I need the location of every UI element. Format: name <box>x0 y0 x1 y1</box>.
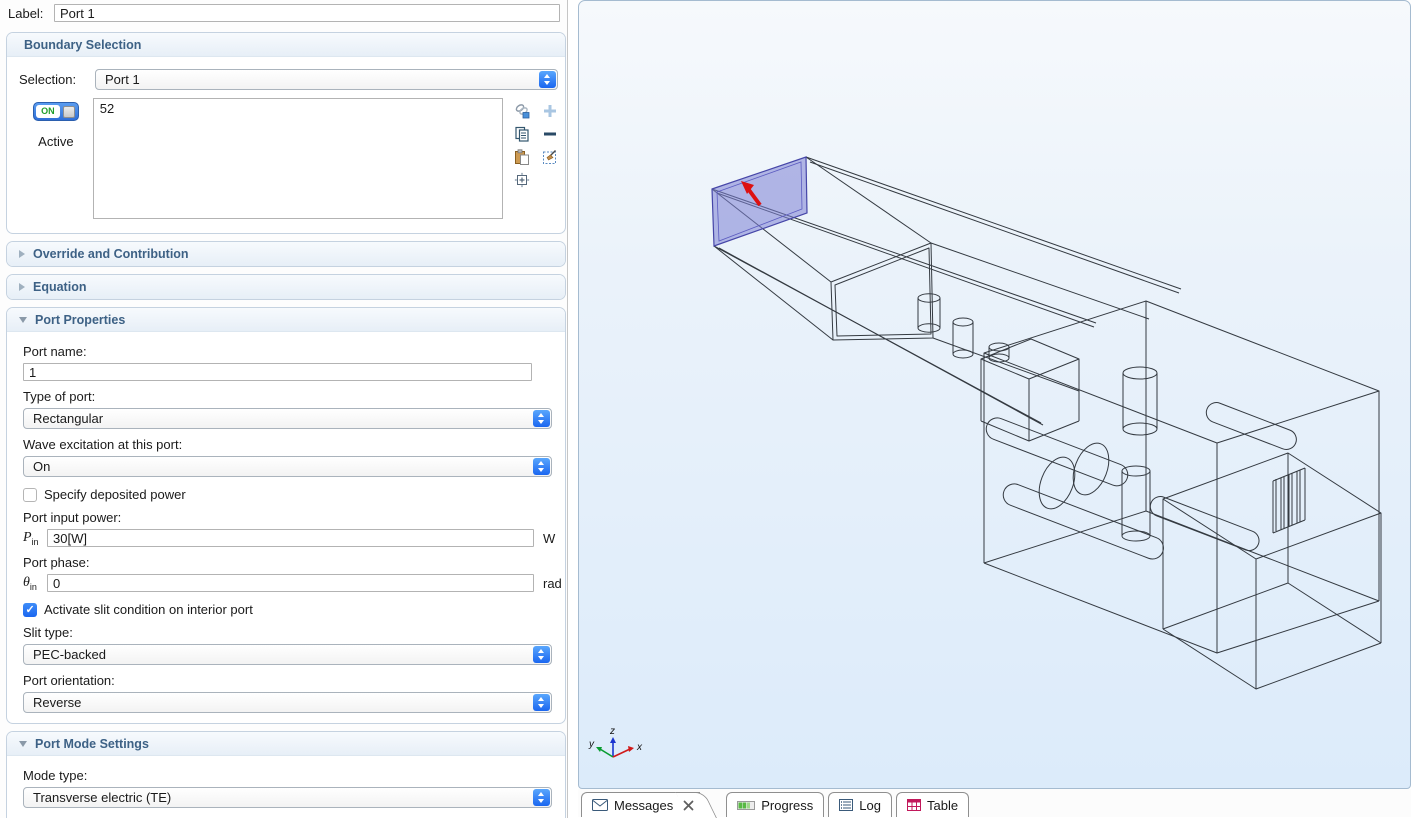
port-name-input[interactable] <box>23 363 532 381</box>
mode-type-dropdown[interactable]: Transverse electric (TE) <box>23 787 552 808</box>
wave-excitation-caption: Wave excitation at this port: <box>23 437 565 452</box>
label-input[interactable] <box>54 4 560 22</box>
tab-messages[interactable]: Messages <box>581 792 700 817</box>
port-phase-input[interactable] <box>47 574 534 592</box>
slit-condition-checkbox[interactable] <box>23 603 37 617</box>
dropdown-stepper-icon <box>533 646 550 663</box>
toggle-off-square <box>63 106 75 118</box>
graphics-view[interactable]: z y x <box>578 0 1411 789</box>
dropdown-stepper-icon <box>533 410 550 427</box>
section-boundary-selection: Boundary Selection Selection: Port 1 ON <box>6 32 566 234</box>
type-of-port-dropdown[interactable]: Rectangular <box>23 408 552 429</box>
dropdown-stepper-icon <box>539 71 556 88</box>
list-item[interactable]: 52 <box>100 101 496 116</box>
table-icon <box>907 799 921 811</box>
remove-icon[interactable] <box>542 126 558 142</box>
port-input-power-input[interactable] <box>47 529 534 547</box>
section-port-properties: Port Properties Port name: Type of port:… <box>6 307 566 724</box>
axis-y-label: y <box>588 739 595 750</box>
comsol-window: Label: Boundary Selection Selection: Por… <box>0 0 1411 818</box>
pin-unit: W <box>543 531 555 546</box>
dropdown-stepper-icon <box>533 458 550 475</box>
tab-progress[interactable]: Progress <box>726 792 824 817</box>
paste-icon[interactable] <box>514 149 530 165</box>
port-input-power-row: Pin W <box>23 529 565 547</box>
port-mode-settings-header[interactable]: Port Mode Settings <box>7 732 565 756</box>
slit-condition-label: Activate slit condition on interior port <box>44 602 253 617</box>
theta-symbol: θin <box>23 575 47 592</box>
settings-panel: Label: Boundary Selection Selection: Por… <box>0 0 568 818</box>
axis-z-label: z <box>609 726 615 737</box>
dropdown-stepper-icon <box>533 694 550 711</box>
selection-dropdown[interactable]: Port 1 <box>95 69 558 90</box>
port-name-caption: Port name: <box>23 344 565 359</box>
theta-unit: rad <box>543 576 562 591</box>
active-caption: Active <box>19 134 93 149</box>
boundary-selection-header[interactable]: Boundary Selection <box>7 33 565 57</box>
port-orientation-caption: Port orientation: <box>23 673 565 688</box>
active-toggle[interactable]: ON <box>33 102 79 121</box>
graphics-column: z y x Messages <box>568 0 1411 818</box>
graphics-canvas[interactable]: z y x <box>579 1 1411 789</box>
deposited-power-label: Specify deposited power <box>44 487 186 502</box>
chevron-right-icon <box>19 283 25 291</box>
selection-caption: Selection: <box>19 72 95 87</box>
port-phase-caption: Port phase: <box>23 555 565 570</box>
zoom-to-selection-icon[interactable] <box>514 172 530 188</box>
coordinate-triad <box>596 737 634 757</box>
chevron-right-icon <box>19 250 25 258</box>
tab-table[interactable]: Table <box>896 792 969 817</box>
slit-condition-row: Activate slit condition on interior port <box>23 602 565 617</box>
port-orientation-dropdown[interactable]: Reverse <box>23 692 552 713</box>
clear-selection-icon[interactable] <box>542 149 558 165</box>
type-of-port-caption: Type of port: <box>23 389 565 404</box>
chevron-down-icon <box>19 741 27 747</box>
model-wireframe <box>712 157 1381 689</box>
tab-log[interactable]: Log <box>828 792 892 817</box>
pin-symbol: Pin <box>23 530 47 547</box>
deposited-power-row: Specify deposited power <box>23 487 565 502</box>
log-icon <box>839 799 853 811</box>
wave-excitation-dropdown[interactable]: On <box>23 456 552 477</box>
copy-icon[interactable] <box>514 126 530 142</box>
label-row: Label: <box>8 4 560 22</box>
equation-header[interactable]: Equation <box>7 275 565 299</box>
chevron-down-icon <box>19 317 27 323</box>
deposited-power-checkbox[interactable] <box>23 488 37 502</box>
view-tab-bar: Messages Progress <box>578 789 1411 817</box>
axis-x-label: x <box>636 742 643 753</box>
progress-bar-icon <box>737 801 755 810</box>
envelope-icon <box>592 799 608 811</box>
section-port-mode-settings: Port Mode Settings Mode type: Transverse… <box>6 731 566 818</box>
label-caption: Label: <box>8 6 54 21</box>
port-input-power-caption: Port input power: <box>23 510 565 525</box>
selection-toolbar <box>503 98 565 219</box>
override-contribution-header[interactable]: Override and Contribution <box>7 242 565 266</box>
port-phase-row: θin rad <box>23 574 565 592</box>
port-properties-header[interactable]: Port Properties <box>7 308 565 332</box>
mode-type-caption: Mode type: <box>23 768 565 783</box>
create-selection-icon[interactable] <box>514 103 530 119</box>
section-equation: Equation <box>6 274 566 300</box>
boundary-selection-list[interactable]: 52 <box>93 98 503 219</box>
dropdown-stepper-icon <box>533 789 550 806</box>
slit-type-caption: Slit type: <box>23 625 565 640</box>
slit-type-dropdown[interactable]: PEC-backed <box>23 644 552 665</box>
section-override-contribution: Override and Contribution <box>6 241 566 267</box>
close-icon[interactable] <box>683 800 694 811</box>
add-icon[interactable] <box>542 103 558 119</box>
